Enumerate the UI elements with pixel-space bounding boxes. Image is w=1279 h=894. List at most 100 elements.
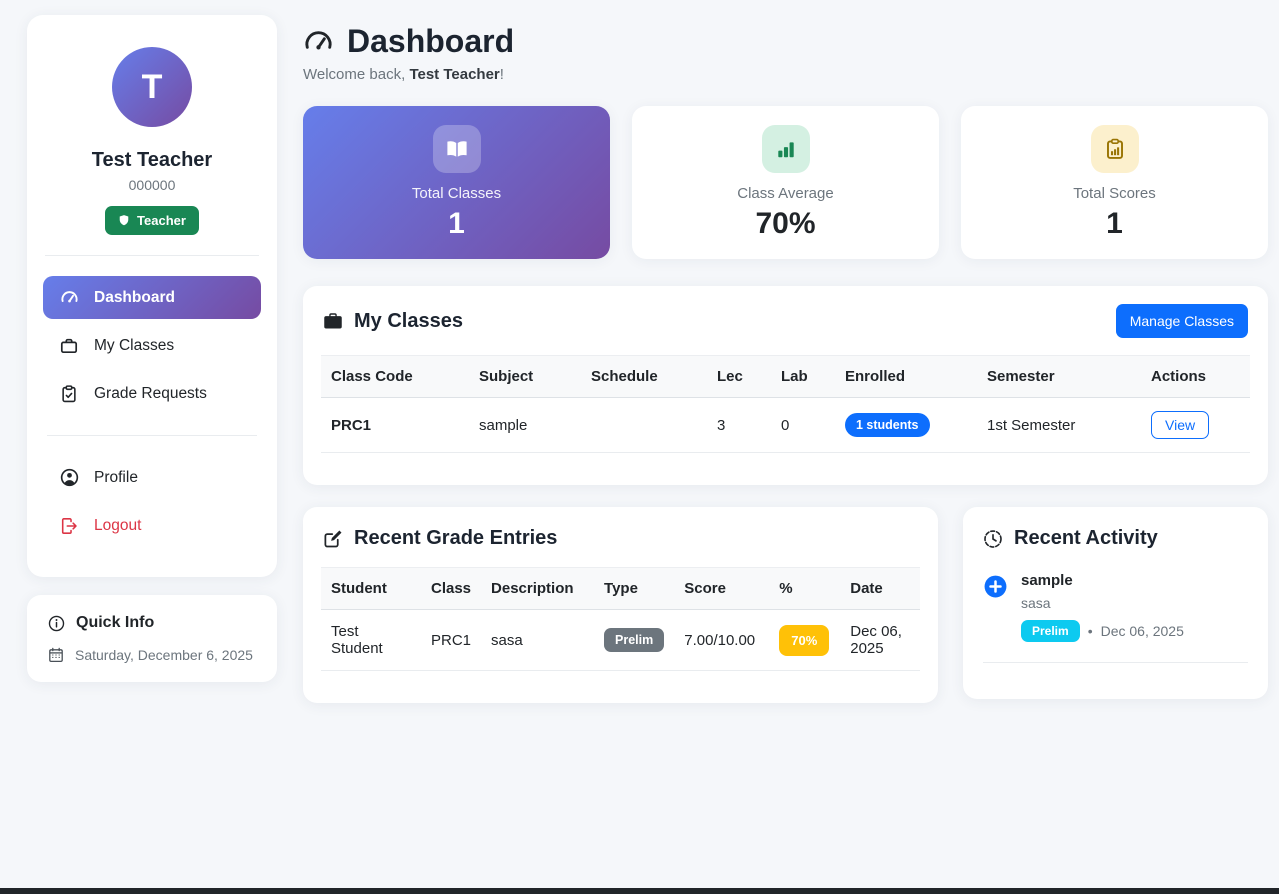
stat-label: Total Scores xyxy=(1073,185,1156,202)
class-code-cell: PRC1 xyxy=(321,398,469,453)
activity-date: Dec 06, 2025 xyxy=(1101,623,1184,639)
welcome-name: Test Teacher xyxy=(409,66,499,83)
recent-grades-table-head: Student Class Description Type Score % D… xyxy=(321,568,920,610)
sidebar-item-my-classes[interactable]: My Classes xyxy=(43,325,261,367)
recent-activity-title: Recent Activity xyxy=(1014,527,1158,550)
column-header: Lab xyxy=(771,356,835,398)
column-header: Date xyxy=(840,568,920,610)
description-cell: sasa xyxy=(481,610,594,671)
clock-history-icon xyxy=(983,529,1003,549)
quick-info-header: Quick Info xyxy=(48,614,256,632)
briefcase-icon xyxy=(60,337,79,355)
schedule-cell xyxy=(581,398,707,453)
speedometer-icon xyxy=(303,26,334,57)
score-cell: 7.00/10.00 xyxy=(674,610,769,671)
column-header: Schedule xyxy=(581,356,707,398)
recent-grades-header: Recent Grade Entries xyxy=(321,527,920,550)
sidebar-item-label: Grade Requests xyxy=(94,385,207,403)
recent-activity-title-row: Recent Activity xyxy=(983,527,1248,550)
column-header: Score xyxy=(674,568,769,610)
activity-subtitle: sasa xyxy=(1021,595,1184,611)
type-badge: Prelim xyxy=(604,628,664,652)
column-header: Subject xyxy=(469,356,581,398)
recent-grades-table: Student Class Description Type Score % D… xyxy=(321,567,920,671)
my-classes-table-head: Class Code Subject Schedule Lec Lab Enro… xyxy=(321,356,1250,398)
role-badge: Teacher xyxy=(105,206,199,235)
actions-cell: View xyxy=(1141,398,1250,453)
divider xyxy=(47,435,257,436)
lec-cell: 3 xyxy=(707,398,771,453)
quick-info-date-row: Saturday, December 6, 2025 xyxy=(48,647,256,663)
recent-activity-panel: Recent Activity sample sasa Prelim • Dec… xyxy=(963,507,1268,699)
recent-grades-title-row: Recent Grade Entries xyxy=(323,527,557,550)
profile-name: Test Teacher xyxy=(41,149,263,172)
sidebar-item-grade-requests[interactable]: Grade Requests xyxy=(43,373,261,415)
sidebar-item-profile[interactable]: Profile xyxy=(43,456,261,499)
recent-grades-title: Recent Grade Entries xyxy=(354,527,557,550)
column-header: Enrolled xyxy=(835,356,977,398)
column-header: Class Code xyxy=(321,356,469,398)
activity-title: sample xyxy=(1021,572,1184,589)
logout-icon xyxy=(60,517,79,535)
sidebar-item-label: Dashboard xyxy=(94,289,175,307)
percent-badge: 70% xyxy=(779,625,829,656)
column-header: Actions xyxy=(1141,356,1250,398)
subject-cell: sample xyxy=(469,398,581,453)
quick-info-card: Quick Info Saturday, December 6, 2025 xyxy=(27,595,277,682)
my-classes-title: My Classes xyxy=(354,310,463,333)
bar-chart-icon xyxy=(762,125,810,173)
my-classes-table: Class Code Subject Schedule Lec Lab Enro… xyxy=(321,355,1250,453)
column-header: Student xyxy=(321,568,421,610)
shield-icon xyxy=(118,214,130,227)
type-cell: Prelim xyxy=(594,610,674,671)
separator-dot: • xyxy=(1088,623,1093,639)
page-header: Dashboard Welcome back, Test Teacher! xyxy=(303,23,1268,83)
main-content: Dashboard Welcome back, Test Teacher! To… xyxy=(303,15,1268,894)
lab-cell: 0 xyxy=(771,398,835,453)
stat-card-total-scores: Total Scores 1 xyxy=(961,106,1268,259)
calendar-icon xyxy=(48,647,64,663)
activity-type-badge: Prelim xyxy=(1021,620,1080,642)
person-circle-icon xyxy=(60,468,79,487)
class-cell: PRC1 xyxy=(421,610,481,671)
stat-value: 1 xyxy=(1106,207,1123,241)
pencil-square-icon xyxy=(323,529,343,549)
quick-info-title: Quick Info xyxy=(76,614,154,632)
welcome-message: Welcome back, Test Teacher! xyxy=(303,66,1268,83)
column-header: Class xyxy=(421,568,481,610)
teacher-dashboard-app: T Test Teacher 000000 Teacher Dash xyxy=(0,0,1279,894)
percent-cell: 70% xyxy=(769,610,840,671)
manage-classes-button[interactable]: Manage Classes xyxy=(1116,304,1248,338)
profile-card: T Test Teacher 000000 Teacher Dash xyxy=(27,15,277,577)
view-button[interactable]: View xyxy=(1151,411,1209,439)
student-cell: Test Student xyxy=(321,610,421,671)
activity-meta: Prelim • Dec 06, 2025 xyxy=(1021,620,1184,642)
stats-row: Total Classes 1 Class Average 70% xyxy=(303,106,1268,259)
sidebar-item-dashboard[interactable]: Dashboard xyxy=(43,276,261,319)
speedometer-icon xyxy=(60,288,79,307)
enrolled-badge: 1 students xyxy=(845,413,930,437)
stat-card-total-classes: Total Classes 1 xyxy=(303,106,610,259)
stat-label: Class Average xyxy=(737,185,833,202)
bottom-row: Recent Grade Entries Student Class Descr… xyxy=(303,507,1268,703)
page-title: Dashboard xyxy=(347,23,514,60)
date-cell: Dec 06, 2025 xyxy=(840,610,920,671)
sidebar-item-label: Profile xyxy=(94,469,138,487)
footer-bar xyxy=(0,888,1279,894)
clipboard-data-icon xyxy=(1091,125,1139,173)
table-row: PRC1 sample 3 0 1 students 1st Semester … xyxy=(321,398,1250,453)
sidebar-item-logout[interactable]: Logout xyxy=(43,505,261,547)
my-classes-header: My Classes Manage Classes xyxy=(321,304,1250,338)
table-row: Test Student PRC1 sasa Prelim 7.00/10.00… xyxy=(321,610,920,671)
column-header: Type xyxy=(594,568,674,610)
stat-label: Total Classes xyxy=(412,185,501,202)
role-badge-label: Teacher xyxy=(137,213,186,228)
enrolled-cell: 1 students xyxy=(835,398,977,453)
book-icon xyxy=(433,125,481,173)
briefcase-icon xyxy=(323,311,343,331)
sidebar-item-label: My Classes xyxy=(94,337,174,355)
profile-id: 000000 xyxy=(41,177,263,193)
sidebar-nav: Dashboard My Classes xyxy=(41,276,263,547)
sidebar: T Test Teacher 000000 Teacher Dash xyxy=(27,15,277,894)
avatar-letter: T xyxy=(142,68,163,107)
